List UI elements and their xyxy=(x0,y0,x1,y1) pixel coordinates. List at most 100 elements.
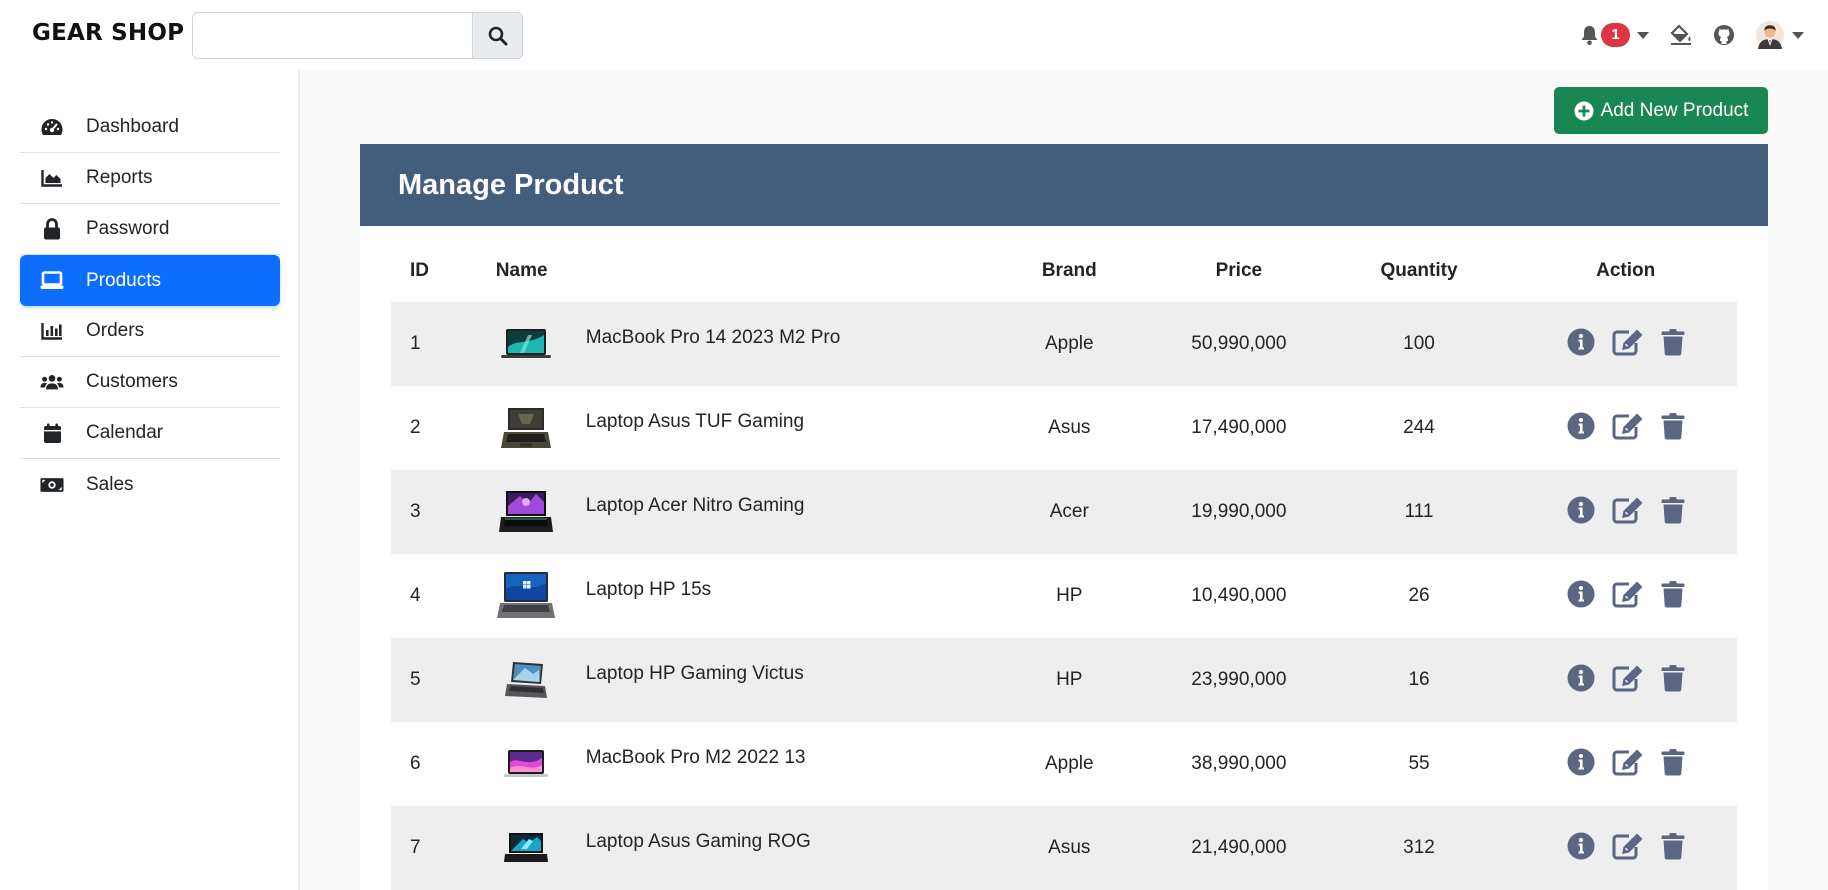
sidebar-item-password[interactable]: Password xyxy=(20,204,280,255)
view-details-button[interactable] xyxy=(1567,328,1595,356)
product-id: 7 xyxy=(391,806,476,890)
top-navbar: GEAR SHOP 1 xyxy=(0,0,1828,70)
product-name: MacBook Pro M2 2022 13 xyxy=(585,747,806,768)
sidebar-item-reports[interactable]: Reports xyxy=(20,153,280,204)
product-quantity: 55 xyxy=(1408,753,1430,774)
panel-title-regular: Manage xyxy=(398,168,515,201)
product-quantity: 244 xyxy=(1403,417,1435,438)
view-details-button[interactable] xyxy=(1567,580,1595,608)
product-price: 50,990,000 xyxy=(1154,302,1324,386)
edit-button[interactable] xyxy=(1612,412,1644,440)
plus-circle-icon xyxy=(1574,101,1594,120)
column-header-id[interactable]: ID xyxy=(391,240,476,302)
sidebar: Dashboard Reports Password Products Orde… xyxy=(0,70,300,890)
bell-icon xyxy=(1581,25,1598,45)
info-circle-icon xyxy=(1567,412,1595,440)
view-details-button[interactable] xyxy=(1567,496,1595,524)
product-name-cell: Laptop HP Gaming Victus xyxy=(475,638,985,722)
product-actions xyxy=(1514,386,1737,470)
sidebar-item-customers[interactable]: Customers xyxy=(20,357,280,408)
edit-icon xyxy=(1612,665,1643,692)
product-actions xyxy=(1514,806,1737,890)
product-thumbnail[interactable] xyxy=(496,739,556,789)
product-price: 19,990,000 xyxy=(1154,470,1324,554)
table-row: 5 Laptop HP Gaming Victus HP 23,990,000 … xyxy=(391,638,1737,722)
trash-icon xyxy=(1661,413,1685,440)
money-bill-icon xyxy=(40,473,64,497)
product-price: 17,490,000 xyxy=(1191,417,1287,438)
product-name-cell: MacBook Pro M2 2022 13 xyxy=(476,722,985,806)
view-details-button[interactable] xyxy=(1567,412,1595,440)
product-name-cell: Laptop HP 15s xyxy=(476,554,985,638)
sidebar-item-dashboard[interactable]: Dashboard xyxy=(20,102,280,153)
delete-button[interactable] xyxy=(1661,412,1685,440)
table-header-row: ID Name Brand Price Quantity Action xyxy=(391,240,1737,302)
product-thumbnail[interactable] xyxy=(496,823,556,873)
edit-button[interactable] xyxy=(1612,580,1644,608)
product-name: Laptop HP Gaming Victus xyxy=(585,663,804,684)
edit-icon xyxy=(1612,413,1643,440)
view-details-button[interactable] xyxy=(1567,664,1595,692)
edit-button[interactable] xyxy=(1612,496,1644,524)
product-quantity: 100 xyxy=(1323,302,1515,386)
delete-button[interactable] xyxy=(1661,496,1685,524)
column-header-price[interactable]: Price xyxy=(1154,240,1324,302)
product-thumbnail[interactable] xyxy=(496,319,556,369)
product-price: 23,990,000 xyxy=(1154,638,1324,722)
lock-icon xyxy=(40,217,64,241)
users-icon xyxy=(40,370,64,394)
product-name: MacBook Pro 14 2023 M2 Pro xyxy=(585,327,841,348)
column-header-brand[interactable]: Brand xyxy=(985,240,1155,302)
sidebar-item-label: Orders xyxy=(86,320,145,341)
column-header-name[interactable]: Name xyxy=(476,240,985,302)
theme-toggle[interactable] xyxy=(1669,24,1693,46)
sidebar-item-orders[interactable]: Orders xyxy=(20,306,280,357)
table-row: 3 Laptop Acer Nitro Gaming Acer 19,990,0… xyxy=(391,470,1737,554)
trash-icon xyxy=(1661,329,1685,356)
product-name: Laptop Asus TUF Gaming xyxy=(585,411,805,432)
delete-button[interactable] xyxy=(1661,748,1685,776)
product-thumbnail[interactable] xyxy=(496,403,556,453)
sidebar-item-calendar[interactable]: Calendar xyxy=(20,408,280,459)
product-price: 21,490,000 xyxy=(1154,806,1324,890)
edit-button[interactable] xyxy=(1612,664,1644,692)
notifications-dropdown[interactable]: 1 xyxy=(1580,23,1649,47)
product-brand: HP xyxy=(1056,585,1083,606)
product-thumbnail[interactable] xyxy=(496,571,556,621)
product-name: Laptop Asus Gaming ROG xyxy=(585,831,811,852)
brand-logo[interactable]: GEAR SHOP xyxy=(32,20,184,46)
product-name-cell: Laptop Asus Gaming ROG xyxy=(475,806,985,890)
add-new-product-button[interactable]: Add New Product xyxy=(1554,87,1768,134)
product-thumbnail[interactable] xyxy=(496,487,556,537)
product-thumbnail[interactable] xyxy=(496,655,556,705)
delete-button[interactable] xyxy=(1661,580,1685,608)
product-quantity: 16 xyxy=(1323,638,1515,722)
view-details-button[interactable] xyxy=(1567,748,1595,776)
edit-icon xyxy=(1612,497,1643,524)
product-brand: Asus xyxy=(1048,417,1091,438)
sidebar-item-products[interactable]: Products xyxy=(20,255,280,306)
view-details-button[interactable] xyxy=(1567,832,1595,860)
github-link[interactable] xyxy=(1713,24,1735,46)
chevron-down-icon xyxy=(1637,31,1649,39)
product-id: 5 xyxy=(391,638,476,722)
search-icon xyxy=(488,26,507,45)
delete-button[interactable] xyxy=(1661,832,1685,860)
search-button[interactable] xyxy=(473,12,523,59)
delete-button[interactable] xyxy=(1661,664,1685,692)
delete-button[interactable] xyxy=(1661,328,1685,356)
edit-button[interactable] xyxy=(1612,328,1644,356)
sidebar-item-sales[interactable]: Sales xyxy=(20,459,280,510)
product-brand: HP xyxy=(984,638,1155,722)
user-menu-dropdown[interactable] xyxy=(1755,20,1804,50)
table-row: 7 Laptop Asus Gaming ROG Asus 21,490,000… xyxy=(391,806,1737,890)
search-input[interactable] xyxy=(192,12,473,59)
edit-button[interactable] xyxy=(1612,748,1644,776)
chevron-down-icon xyxy=(1792,31,1804,39)
edit-button[interactable] xyxy=(1612,832,1644,860)
product-id: 4 xyxy=(410,585,421,606)
column-header-quantity[interactable]: Quantity xyxy=(1324,240,1515,302)
table-row: 4 Laptop HP 15s HP 10,490,000 26 xyxy=(391,554,1737,638)
manage-product-panel: Manage Product ID Name Brand Price Quant… xyxy=(360,144,1768,890)
sidebar-nav: Dashboard Reports Password Products Orde… xyxy=(20,102,280,510)
